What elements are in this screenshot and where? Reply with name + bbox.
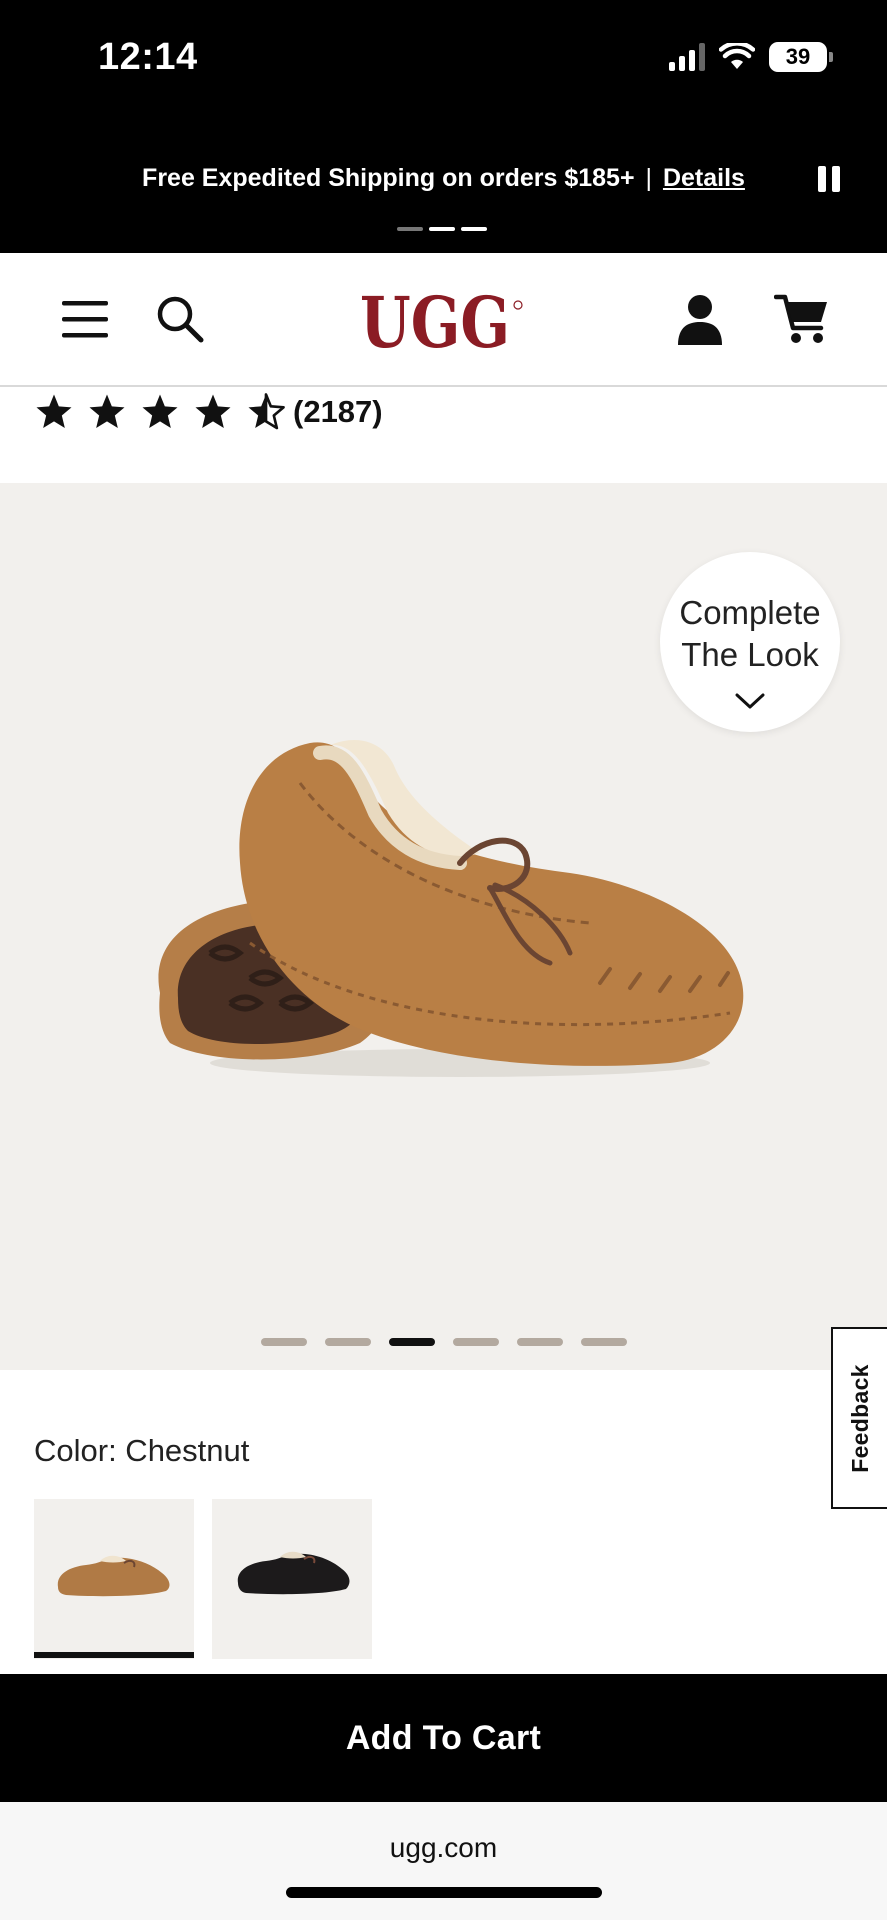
- status-icons: 39: [669, 42, 833, 72]
- product-image: [158, 739, 744, 1077]
- cart-icon[interactable]: [772, 289, 832, 349]
- hamburger-menu-icon[interactable]: [55, 289, 115, 349]
- gallery-dot[interactable]: [581, 1338, 627, 1346]
- status-bar: 12:14 39: [0, 0, 887, 118]
- home-indicator[interactable]: [286, 1887, 602, 1898]
- site-header: UGG: [0, 253, 887, 387]
- add-to-cart-button[interactable]: Add To Cart: [0, 1674, 887, 1802]
- review-count: (2187): [293, 394, 383, 429]
- star-full-icon: [142, 394, 178, 428]
- swatch-chestnut[interactable]: [34, 1499, 194, 1659]
- feedback-tab[interactable]: Feedback: [831, 1327, 887, 1509]
- gallery-dot-active[interactable]: [389, 1338, 435, 1346]
- star-full-icon: [195, 394, 231, 428]
- promo-message: Free Expedited Shipping on orders $185+ …: [0, 164, 887, 193]
- account-icon[interactable]: [670, 289, 730, 349]
- product-rating[interactable]: (2187): [34, 390, 383, 434]
- battery-icon: 39: [769, 42, 833, 72]
- promo-carousel-dots: [397, 227, 487, 231]
- gallery-dot[interactable]: [325, 1338, 371, 1346]
- gallery-dot[interactable]: [261, 1338, 307, 1346]
- star-full-icon: [36, 394, 72, 428]
- ugg-logo[interactable]: UGG: [358, 281, 524, 364]
- cellular-signal-icon: [669, 43, 705, 71]
- browser-url-bar[interactable]: ugg.com: [0, 1802, 887, 1920]
- promo-details-link[interactable]: Details: [663, 164, 745, 192]
- search-icon[interactable]: [150, 289, 210, 349]
- feedback-label: Feedback: [846, 1363, 873, 1473]
- svg-text:UGG: UGG: [360, 283, 510, 363]
- swatch-black[interactable]: [212, 1499, 372, 1659]
- gallery-dot[interactable]: [453, 1338, 499, 1346]
- wifi-icon: [719, 43, 755, 69]
- status-time: 12:14: [98, 36, 198, 78]
- promo-separator: |: [645, 164, 653, 192]
- star-full-icon: [89, 394, 125, 428]
- product-image-gallery[interactable]: Complete The Look: [0, 483, 887, 1370]
- pause-icon[interactable]: [818, 166, 840, 192]
- complete-the-look-label: Complete The Look: [679, 594, 821, 673]
- gallery-pagination-dots: [261, 1338, 627, 1346]
- promo-text: Free Expedited Shipping on orders $185+: [142, 164, 635, 192]
- star-half-icon: [248, 393, 285, 430]
- color-label: Color: Chestnut: [34, 1433, 250, 1468]
- gallery-dot[interactable]: [517, 1338, 563, 1346]
- selected-swatch-indicator: [34, 1652, 194, 1658]
- complete-the-look-button[interactable]: Complete The Look: [660, 552, 840, 732]
- url-text: ugg.com: [389, 1832, 498, 1863]
- chevron-down-icon: [735, 693, 765, 709]
- promo-banner: Free Expedited Shipping on orders $185+ …: [0, 118, 887, 253]
